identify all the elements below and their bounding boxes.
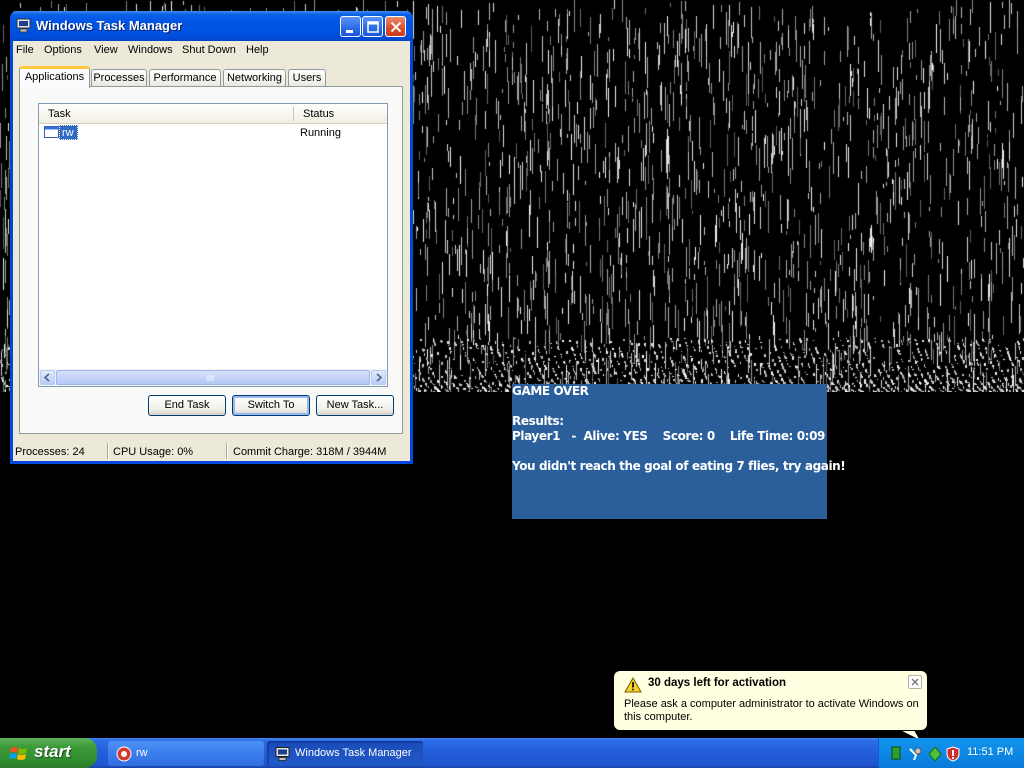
taskbar-item-label: Windows Task Manager — [295, 747, 412, 759]
clock: 11:51 PM — [967, 746, 1014, 758]
table-row[interactable]: rw Running — [39, 125, 387, 141]
list-header: Task Status — [39, 104, 387, 124]
status-commit: Commit Charge: 318M / 3944M — [233, 446, 387, 458]
task-manager-window: Windows Task Manager File Options View W… — [10, 11, 413, 464]
tab-processes[interactable]: Processes — [91, 69, 147, 87]
scroll-thumb[interactable] — [56, 370, 370, 385]
balloon-title: 30 days left for activation — [648, 677, 787, 689]
task-manager-icon — [16, 18, 31, 33]
status-cpu: CPU Usage: 0% — [113, 446, 194, 458]
window-app-icon — [44, 126, 59, 138]
minimize-button[interactable] — [340, 16, 361, 37]
balloon-close-button[interactable] — [908, 675, 922, 689]
switch-to-button[interactable]: Switch To — [232, 395, 310, 416]
status-separator — [107, 443, 109, 459]
maximize-icon — [367, 21, 379, 33]
maximize-button[interactable] — [362, 16, 383, 37]
end-task-button[interactable]: End Task — [148, 395, 226, 416]
warning-icon — [624, 677, 642, 693]
security-shield-icon[interactable] — [945, 746, 961, 762]
task-manager-icon — [275, 747, 290, 761]
tab-performance[interactable]: Performance — [149, 69, 221, 87]
taskbar-item-rw[interactable]: rw — [108, 741, 264, 766]
menu-options[interactable]: Options — [44, 44, 82, 56]
menu-view[interactable]: View — [94, 44, 118, 56]
update-icon[interactable] — [927, 746, 943, 762]
status-processes: Processes: 24 — [15, 446, 85, 458]
tab-networking[interactable]: Networking — [223, 69, 286, 87]
close-button[interactable] — [385, 16, 406, 37]
menu-help[interactable]: Help — [246, 44, 269, 56]
column-separator[interactable] — [293, 107, 294, 121]
game-message: You didn't reach the goal of eating 7 fl… — [512, 459, 846, 473]
taskbar-item-task-manager[interactable]: Windows Task Manager — [267, 741, 423, 766]
menu-shut-down[interactable]: Shut Down — [182, 44, 236, 56]
task-list[interactable]: Task Status rw Running — [38, 103, 388, 387]
arrow-left-icon — [43, 373, 50, 382]
status-separator — [226, 443, 228, 459]
menu-file[interactable]: File — [16, 44, 34, 56]
close-icon — [390, 21, 402, 33]
game-over-panel: GAME OVER Results: Player1 - Alive: YES … — [512, 384, 846, 519]
start-button[interactable]: start — [0, 738, 97, 768]
close-icon — [911, 678, 919, 686]
minimize-icon — [346, 30, 353, 33]
title-bar[interactable]: Windows Task Manager — [10, 11, 413, 41]
horizontal-scrollbar[interactable] — [39, 369, 387, 386]
menu-windows[interactable]: Windows — [128, 44, 173, 56]
scroll-right-button[interactable] — [371, 370, 386, 385]
game-over-title: GAME OVER — [512, 384, 589, 398]
applications-panel: Task Status rw Running End Task Switch T… — [19, 86, 403, 434]
network-icon[interactable] — [891, 746, 901, 760]
game-app-icon — [116, 746, 132, 762]
window-client-area: File Options View Windows Shut Down Help… — [13, 41, 410, 461]
window-title: Windows Task Manager — [36, 18, 183, 33]
arrow-right-icon — [376, 373, 383, 382]
tab-strip: Applications Processes Performance Netwo… — [19, 66, 404, 88]
start-label: start — [34, 742, 71, 761]
task-name: rw — [59, 125, 78, 140]
results-label: Results: — [512, 414, 564, 428]
windows-logo-icon — [9, 747, 27, 760]
tab-applications[interactable]: Applications — [19, 66, 90, 88]
balloon-text: Please ask a computer administrator to a… — [624, 698, 919, 723]
tab-users[interactable]: Users — [288, 69, 326, 87]
taskbar-item-label: rw — [136, 747, 148, 759]
activation-keys-icon[interactable] — [907, 746, 923, 762]
column-status[interactable]: Status — [303, 108, 334, 120]
activation-balloon[interactable]: 30 days left for activation Please ask a… — [613, 670, 928, 742]
column-task[interactable]: Task — [48, 108, 71, 120]
status-bar: Processes: 24 CPU Usage: 0% Commit Charg… — [13, 441, 410, 461]
scroll-left-button[interactable] — [40, 370, 55, 385]
menu-bar: File Options View Windows Shut Down Help — [13, 41, 410, 60]
system-tray: 11:51 PM — [878, 738, 1024, 768]
player-result-line: Player1 - Alive: YES Score: 0 Life Time:… — [512, 429, 825, 443]
taskbar: start rw Windows Task Manager 11:51 PM — [0, 738, 1024, 768]
new-task-button[interactable]: New Task... — [316, 395, 394, 416]
task-status: Running — [300, 127, 341, 139]
grip-icon — [206, 375, 214, 381]
